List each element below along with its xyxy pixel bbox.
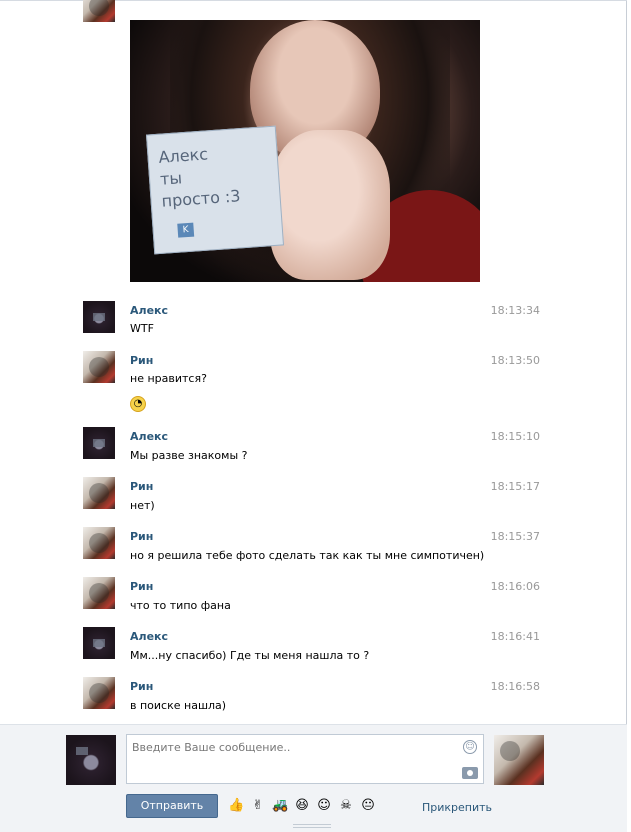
message-author[interactable]: Рин — [130, 580, 153, 593]
smiling-face-icon[interactable]: ☺ — [316, 798, 332, 814]
message-time[interactable]: 18:16:06 — [491, 580, 540, 593]
thumbs-up-icon[interactable]: 👍 — [228, 798, 244, 814]
message-author[interactable]: Алекс — [130, 430, 168, 443]
message-text: в поиске нашла) — [130, 699, 227, 712]
message-text: что то типо фана — [130, 599, 231, 612]
message-text: нет) — [130, 499, 155, 512]
message-author[interactable]: Рин — [130, 530, 153, 543]
avatar-alex[interactable] — [83, 301, 115, 333]
message-text: но я решила тебе фото сделать так как ты… — [130, 549, 485, 562]
skull-icon[interactable]: ☠ — [338, 798, 354, 814]
avatar-rin[interactable] — [83, 527, 115, 559]
message-time[interactable]: 18:13:50 — [491, 354, 540, 367]
attach-link[interactable]: Прикрепить — [422, 801, 492, 814]
message-input[interactable]: Введите Ваше сообщение.. ☺ — [126, 734, 484, 784]
neutral-face-icon[interactable]: 😐 — [360, 798, 376, 814]
avatar-alex[interactable] — [83, 427, 115, 459]
message-author[interactable]: Алекс — [130, 304, 168, 317]
message-text: не нравится? — [130, 372, 207, 385]
message-text: WTF — [130, 322, 154, 335]
rolling-eyes-face-icon: ◔ — [130, 396, 146, 412]
card-logo: K — [177, 222, 195, 238]
companion-avatar[interactable] — [494, 735, 544, 785]
message-input-placeholder: Введите Ваше сообщение.. — [132, 741, 291, 754]
message-text: Мм...ну спасибо) Где ты меня нашла то ? — [130, 649, 370, 662]
avatar-rin[interactable] — [83, 0, 115, 22]
tractor-icon[interactable]: 🚜 — [272, 798, 288, 814]
resize-handle[interactable] — [293, 824, 331, 828]
avatar-rin[interactable] — [83, 477, 115, 509]
message-time[interactable]: 18:15:10 — [491, 430, 540, 443]
send-button[interactable]: Отправить — [126, 794, 218, 818]
message-author[interactable]: Рин — [130, 480, 153, 493]
avatar-rin[interactable] — [83, 577, 115, 609]
message-time[interactable]: 18:16:58 — [491, 680, 540, 693]
photo-hand — [270, 130, 390, 280]
photo-card: Алекс ты просто :3 K — [145, 125, 285, 255]
smiley-icon[interactable]: ☺ — [463, 740, 477, 754]
message-text: Мы разве знакомы ? — [130, 449, 248, 462]
message-author[interactable]: Алекс — [130, 630, 168, 643]
message-author[interactable]: Рин — [130, 354, 153, 367]
message-time[interactable]: 18:13:34 — [491, 304, 540, 317]
avatar-rin[interactable] — [83, 677, 115, 709]
avatar-alex[interactable] — [83, 627, 115, 659]
photo-attachment[interactable]: Алекс ты просто :3 K — [130, 20, 480, 282]
message-time[interactable]: 18:15:37 — [491, 530, 540, 543]
victory-hand-icon[interactable]: ✌ — [250, 798, 266, 814]
camera-icon[interactable] — [462, 767, 478, 779]
message-author[interactable]: Рин — [130, 680, 153, 693]
avatar-rin[interactable] — [83, 351, 115, 383]
message-time[interactable]: 18:16:41 — [491, 630, 540, 643]
message-time[interactable]: 18:15:17 — [491, 480, 540, 493]
grinning-face-icon[interactable]: 😆 — [294, 798, 310, 814]
my-avatar[interactable] — [66, 735, 116, 785]
